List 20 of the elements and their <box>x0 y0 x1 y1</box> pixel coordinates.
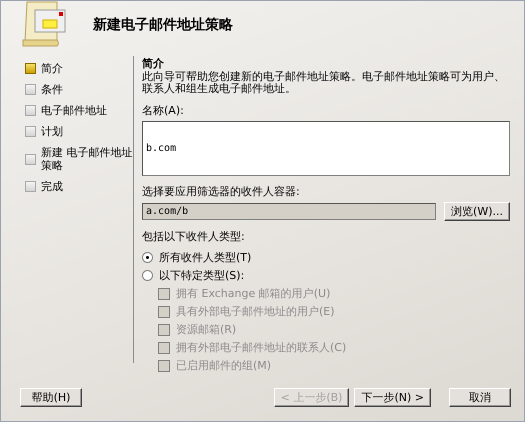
browse-button[interactable]: 浏览(W)... <box>444 202 510 221</box>
cancel-button[interactable]: 取消 <box>449 388 511 406</box>
help-button[interactable]: 帮助(H) <box>20 388 82 406</box>
group-label: 包括以下收件人类型: <box>142 229 246 244</box>
next-button[interactable]: 下一步(N) > <box>354 388 431 406</box>
radio-option[interactable]: 所有收件人类型(T) <box>142 250 510 265</box>
wizard-title: 新建电子邮件地址策略 <box>93 16 233 34</box>
step-label: 完成 <box>41 180 64 193</box>
step-label: 条件 <box>41 83 64 96</box>
step-label: 计划 <box>41 125 64 138</box>
field-label: 选择要应用筛选器的收件人容器: <box>142 184 301 199</box>
field-label: 名称(A): <box>142 103 185 118</box>
radio-option[interactable]: 以下特定类型(S): <box>142 268 510 283</box>
step-label: 新建 电子邮件地址策略 <box>41 146 133 172</box>
name-field[interactable]: b.com <box>142 121 510 176</box>
section-heading: 简介 <box>142 56 165 71</box>
step-label: 电子邮件地址 <box>41 104 108 117</box>
step-label: 简介 <box>41 62 64 75</box>
description-text: 此向导可帮助您创建新的电子邮件地址策略。电子邮件地址策略可为用户、联系人和组生成电子邮件地址。 <box>142 71 506 95</box>
container-field[interactable]: a.com/b <box>142 203 436 220</box>
